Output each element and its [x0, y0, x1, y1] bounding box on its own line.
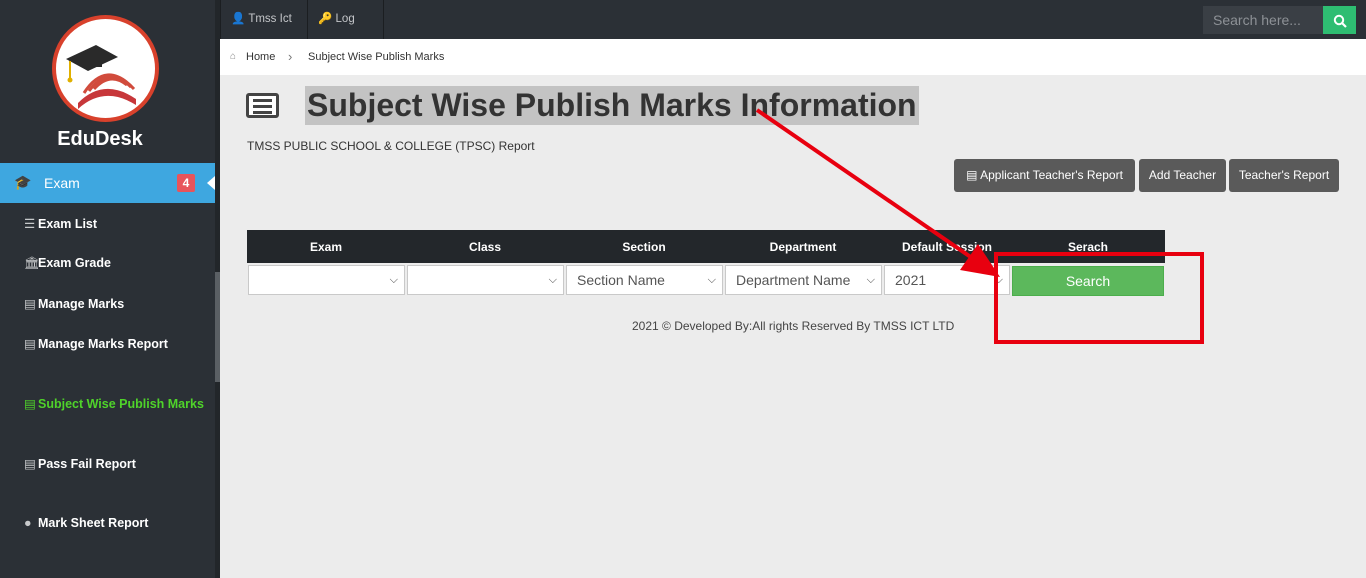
sidebar-item-exam[interactable]: 🎓 Exam 4 — [0, 163, 215, 203]
section-select[interactable]: Section Name ⌵ — [566, 265, 723, 295]
page-subtitle: TMSS PUBLIC SCHOOL & COLLEGE (TPSC) Repo… — [247, 139, 535, 153]
footer-text: 2021 © Developed By:All rights Reserved … — [632, 319, 955, 333]
chevron-right-icon: › — [288, 49, 293, 64]
exam-count-badge: 4 — [177, 174, 195, 192]
sidebar-item-exam-grade[interactable]: 🏛Exam Grade — [24, 256, 111, 271]
logout-link[interactable]: 🔑 Log Out — [308, 0, 384, 64]
breadcrumb-home[interactable]: Home — [246, 51, 275, 63]
department-select[interactable]: Department Name ⌵ — [725, 265, 882, 295]
list-icon: ▤ — [966, 168, 978, 182]
brand-name: EduDesk — [57, 128, 143, 150]
document-icon: ▤ — [24, 457, 36, 471]
search-icon — [1333, 15, 1347, 29]
class-select[interactable]: ⌵ — [407, 265, 564, 295]
breadcrumb-current: Subject Wise Publish Marks — [308, 51, 445, 63]
document-icon: ▤ — [24, 337, 36, 351]
exam-select[interactable]: ⌵ — [248, 265, 405, 295]
sidebar-item-label: Exam — [44, 175, 80, 191]
sidebar-item-pass-fail-report[interactable]: ▤ Pass Fail Report — [24, 456, 136, 471]
graduation-book-logo-icon — [66, 45, 136, 109]
session-select[interactable]: 2021 ⌵ — [884, 265, 1010, 295]
sidebar-item-manage-marks[interactable]: ▤ Manage Marks — [24, 296, 124, 311]
column-header-class: Class — [468, 240, 502, 254]
search-button[interactable] — [1323, 6, 1356, 34]
breadcrumb: ⌂ Home › Subject Wise Publish Marks — [220, 39, 1366, 75]
logo[interactable] — [52, 15, 159, 122]
circle-icon: ● — [24, 516, 32, 530]
sidebar-item-subject-wise-publish-marks[interactable]: ▤ Subject Wise Publish Marks — [24, 396, 204, 411]
chevron-down-icon: ⌵ — [866, 274, 875, 286]
list-alt-icon — [246, 93, 279, 118]
home-icon: ⌂ — [230, 51, 237, 62]
sidebar-item-mark-sheet-report[interactable]: ● Mark Sheet Report — [24, 516, 148, 530]
chevron-down-icon: ⌵ — [548, 274, 557, 286]
chevron-down-icon: ⌵ — [707, 274, 716, 286]
sidebar-scroll-thumb[interactable] — [215, 272, 220, 382]
column-header-default-session: Default Session — [901, 240, 993, 254]
institution-icon: 🏛 — [24, 256, 40, 270]
list-icon: ☰ — [24, 217, 36, 231]
document-icon: ▤ — [24, 297, 36, 311]
add-teacher-button[interactable]: Add Teacher — [1139, 159, 1226, 192]
search-input[interactable]: Search here... — [1203, 6, 1323, 34]
page-title: Subject Wise Publish Marks Information — [305, 86, 919, 125]
column-header-section: Section — [622, 240, 666, 254]
sidebar-item-manage-marks-report[interactable]: ▤ Manage Marks Report — [24, 336, 168, 351]
user-icon: 👤 — [231, 13, 246, 25]
user-menu[interactable]: 👤 Tmss Ict ▾ — [220, 0, 308, 64]
document-icon: ▤ — [24, 397, 36, 411]
applicant-teacher-report-button[interactable]: ▤ Applicant Teacher's Report — [954, 159, 1135, 192]
active-indicator — [207, 176, 215, 190]
chevron-down-icon: ⌵ — [389, 274, 398, 286]
top-navbar: 👤 Tmss Ict ▾ 🔑 Log Out Search here... — [220, 0, 1366, 64]
column-header-department: Department — [769, 240, 837, 254]
graduation-cap-icon: 🎓 — [14, 174, 32, 190]
key-icon: 🔑 — [318, 13, 333, 25]
sidebar-item-exam-list[interactable]: ☰ Exam List — [24, 216, 97, 231]
column-header-exam: Exam — [309, 240, 343, 254]
annotation-highlight-box — [994, 252, 1204, 344]
sidebar: EduDesk 🎓 Exam 4 ☰ Exam List 🏛Exam Grade … — [0, 0, 220, 578]
teacher-report-button[interactable]: Teacher's Report — [1229, 159, 1339, 192]
